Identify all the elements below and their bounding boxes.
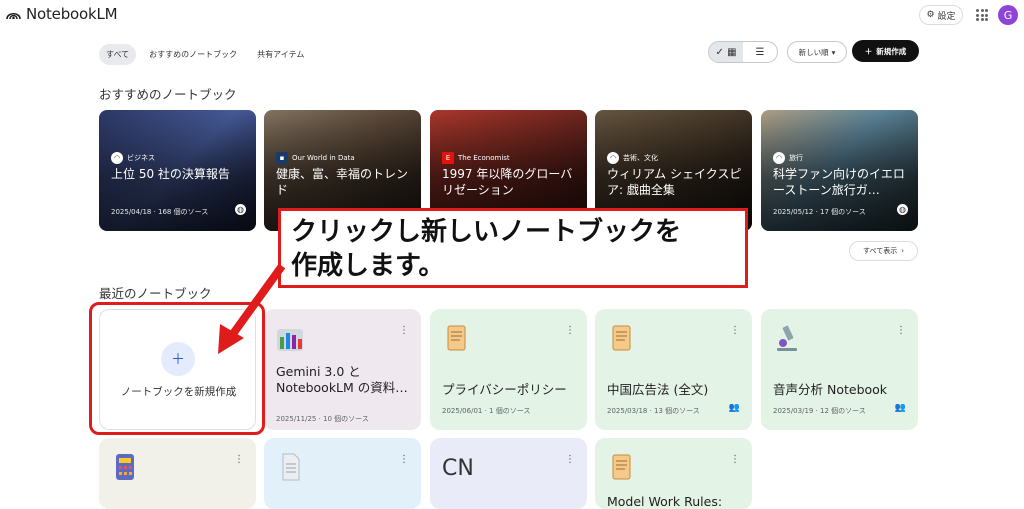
annotation-arrow-icon: [218, 263, 286, 354]
list-view-button[interactable]: ☰: [743, 42, 777, 62]
notebook-card[interactable]: ⋮: [99, 438, 256, 509]
source-label: 芸術、文化: [623, 154, 658, 162]
list-icon: ☰: [755, 46, 765, 58]
calculator-icon: [116, 454, 134, 480]
page: NotebookLM ⚙ 設定 G すべて おすすめのノートブック 共有アイテム…: [0, 0, 1024, 509]
card-meta: 2025/05/12 · 17 個のソース: [773, 208, 866, 216]
card-title: プライバシーポリシー: [442, 382, 567, 397]
card-title: Gemini 3.0 と NotebookLM の資料…: [276, 364, 408, 395]
source-label: Our World in Data: [292, 154, 355, 162]
notebook-card[interactable]: ⋮ 中国広告法 (全文) 2025/03/18 · 13 個のソース 👥: [595, 309, 752, 430]
card-meta: 2025/03/19 · 12 個のソース: [773, 407, 866, 415]
caret-down-icon: ▾: [831, 47, 836, 57]
app-logo[interactable]: NotebookLM: [6, 5, 118, 23]
shared-people-icon: 👥: [894, 403, 906, 413]
more-options-icon[interactable]: ⋮: [565, 455, 575, 465]
source-label: ビジネス: [127, 154, 155, 162]
new-notebook-label: 新規作成: [876, 46, 907, 56]
featured-card[interactable]: ◠ ビジネス 上位 50 社の決算報告 2025/04/18 · 168 個のソー…: [99, 110, 256, 231]
more-options-icon[interactable]: ⋮: [896, 326, 906, 336]
sort-dropdown[interactable]: 新しい順 ▾: [787, 41, 847, 63]
card-title: Model Work Rules:: [607, 494, 723, 509]
card-source: E The Economist: [442, 152, 510, 164]
card-title: 音声分析 Notebook: [773, 382, 888, 397]
app-name: NotebookLM: [26, 5, 118, 23]
cn-badge-text: CN: [442, 456, 474, 481]
recent-section-title: 最近のノートブック: [99, 286, 212, 301]
settings-label: 設定: [937, 11, 956, 22]
source-label: The Economist: [458, 154, 510, 162]
avatar[interactable]: G: [998, 5, 1018, 25]
view-toggle: ✓ ▦ ☰: [708, 41, 778, 63]
notebook-card[interactable]: ⋮ 音声分析 Notebook 2025/03/19 · 12 個のソース 👥: [761, 309, 918, 430]
chevron-right-icon: ›: [901, 247, 905, 255]
more-options-icon[interactable]: ⋮: [730, 455, 740, 465]
notebook-card[interactable]: ⋮ Model Work Rules:: [595, 438, 752, 509]
card-source: ▪ Our World in Data: [276, 152, 355, 164]
tab-featured[interactable]: おすすめのノートブック: [142, 44, 244, 65]
notebooklm-logo-icon: [6, 12, 21, 20]
check-icon: ✓: [715, 46, 724, 58]
notebooklm-mini-icon: ◠: [111, 152, 123, 164]
more-options-icon[interactable]: ⋮: [399, 455, 409, 465]
annotation-line-2: 作成します。: [291, 251, 445, 281]
notebook-card[interactable]: CN ⋮: [430, 438, 587, 509]
shared-people-icon: 👥: [728, 403, 740, 413]
show-all-button[interactable]: すべて表示 ›: [849, 241, 918, 261]
grid-icon: ▦: [727, 46, 737, 58]
scroll-icon: [447, 325, 466, 351]
apps-grid-icon[interactable]: [976, 9, 988, 21]
card-source: ◠ 旅行: [773, 152, 803, 164]
card-title: 上位 50 社の決算報告: [111, 167, 230, 181]
top-bar: NotebookLM ⚙ 設定 G: [0, 0, 1024, 30]
source-label: 旅行: [789, 154, 803, 162]
card-meta: 2025/04/18 · 168 個のソース: [111, 208, 209, 216]
tab-shared[interactable]: 共有アイテム: [250, 44, 311, 65]
annotation-line-1: クリックし新しいノートブックを: [291, 217, 682, 247]
more-options-icon[interactable]: ⋮: [730, 326, 740, 336]
notebook-card[interactable]: ⋮ プライバシーポリシー 2025/06/01 · 1 個のソース: [430, 309, 587, 430]
more-options-icon[interactable]: ⋮: [399, 326, 409, 336]
card-meta: 2025/11/25 · 10 個のソース: [276, 415, 369, 423]
new-notebook-button[interactable]: ＋ 新規作成: [852, 40, 919, 62]
publisher-logo-icon: ▪: [276, 152, 288, 164]
settings-button[interactable]: ⚙ 設定: [919, 5, 963, 25]
notebook-card[interactable]: ⋮: [264, 438, 421, 509]
notebooklm-mini-icon: ◠: [607, 152, 619, 164]
tab-all[interactable]: すべて: [99, 44, 137, 65]
scroll-icon: [612, 454, 631, 480]
featured-section-title: おすすめのノートブック: [99, 87, 237, 102]
publisher-logo-icon: E: [442, 152, 454, 164]
filter-tabs: すべて おすすめのノートブック 共有アイテム: [99, 44, 311, 65]
annotation-callout: クリックし新しいノートブックを 作成します。: [278, 208, 748, 288]
featured-card[interactable]: ◠ 旅行 科学ファン向けのイエローストーン旅行ガ… 2025/05/12 · 17…: [761, 110, 918, 231]
more-options-icon[interactable]: ⋮: [565, 326, 575, 336]
grid-view-button[interactable]: ✓ ▦: [709, 42, 743, 62]
more-options-icon[interactable]: ⋮: [234, 455, 244, 465]
card-meta: 2025/03/18 · 13 個のソース: [607, 407, 700, 415]
card-title: 1997 年以降のグローバリゼーション: [442, 167, 573, 197]
plus-icon: ＋: [864, 46, 873, 56]
card-meta: 2025/06/01 · 1 個のソース: [442, 407, 531, 415]
card-source: ◠ ビジネス: [111, 152, 155, 164]
sort-label: 新しい順: [798, 47, 829, 57]
globe-icon: ◍: [897, 204, 908, 215]
card-title: ウィリアム シェイクスピア: 戯曲全集: [607, 167, 742, 197]
show-all-label: すべて表示: [862, 247, 898, 255]
microscope-icon: [777, 325, 797, 351]
card-title: 中国広告法 (全文): [607, 382, 709, 397]
card-title: 健康、富、幸福のトレンド: [276, 167, 409, 197]
document-icon: [282, 453, 300, 481]
card-source: ◠ 芸術、文化: [607, 152, 658, 164]
notebooklm-mini-icon: ◠: [773, 152, 785, 164]
gear-icon: ⚙: [926, 10, 935, 20]
globe-icon: ◍: [235, 204, 246, 215]
scroll-icon: [612, 325, 631, 351]
card-title: 科学ファン向けのイエローストーン旅行ガ…: [773, 167, 905, 197]
